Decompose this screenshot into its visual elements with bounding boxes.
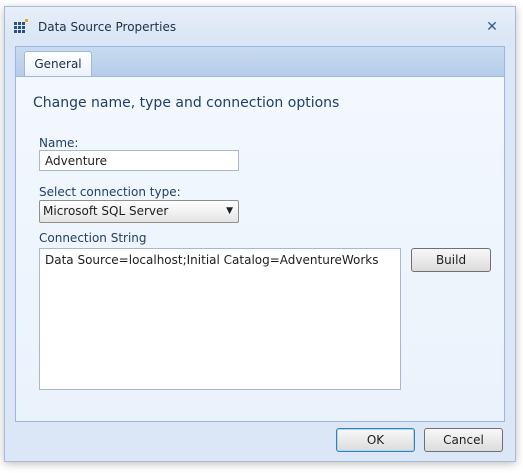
dropdown-arrow-icon: ▼: [226, 206, 233, 216]
connection-type-select[interactable]: Microsoft SQL Server ▼: [39, 200, 239, 223]
close-icon[interactable]: ✕: [484, 19, 500, 35]
name-label: Name:: [39, 136, 79, 150]
connection-type-label: Select connection type:: [39, 185, 181, 199]
cancel-button[interactable]: Cancel: [424, 428, 503, 452]
connection-string-input[interactable]: Data Source=localhost;Initial Catalog=Ad…: [39, 248, 401, 390]
connection-string-label: Connection String: [39, 231, 147, 245]
dialog-window: Data Source Properties ✕ General Change …: [4, 6, 516, 462]
connection-type-value: Microsoft SQL Server: [43, 204, 169, 218]
grid-app-icon: [14, 19, 28, 33]
tab-strip: General: [15, 46, 505, 79]
build-button[interactable]: Build: [411, 248, 491, 272]
ok-button[interactable]: OK: [336, 428, 415, 452]
window-title: Data Source Properties: [38, 20, 177, 34]
section-heading: Change name, type and connection options: [33, 95, 340, 111]
name-input[interactable]: [39, 150, 239, 171]
title-bar[interactable]: Data Source Properties ✕: [5, 7, 515, 37]
tab-general[interactable]: General: [24, 51, 92, 79]
